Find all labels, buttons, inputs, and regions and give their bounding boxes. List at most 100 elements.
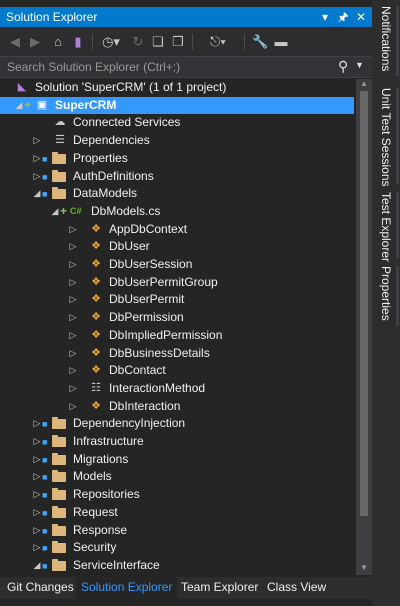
history-icon[interactable]: ◷▾ [100, 34, 122, 50]
tree-item[interactable]: ▷ ■ AuthDefinitions [0, 168, 354, 185]
tree-item[interactable]: ▷ ■ Infrastructure [0, 433, 354, 450]
collapsed-arrow-icon[interactable]: ▷ [68, 363, 78, 378]
show-all-files-icon[interactable]: ❐ [170, 34, 186, 50]
forward-icon[interactable]: ▶ [28, 34, 42, 50]
collapsed-arrow-icon[interactable]: ▷ [68, 381, 78, 396]
tree-item[interactable]: ▷ ■ Repositories [0, 486, 354, 503]
tree-item-label: AuthDefinitions [73, 169, 154, 183]
tree-item[interactable]: ▷ ■ Migrations [0, 451, 354, 468]
tree-item[interactable]: ▷ ❖ DbPermission [0, 309, 354, 326]
search-options-dropdown-icon[interactable]: ▼ [355, 60, 364, 70]
collapsed-arrow-icon[interactable]: ▷ [32, 416, 42, 431]
collapsed-arrow-icon[interactable]: ▷ [68, 222, 78, 237]
properties-icon[interactable]: 🔧 [252, 34, 268, 50]
scrollbar-thumb[interactable] [360, 91, 368, 516]
solution-tree: ◣ Solution 'SuperCRM' (1 of 1 project) ◢ + ▣… [0, 79, 356, 575]
tree-item[interactable]: ▷ ❖ DbUserPermitGroup [0, 274, 354, 291]
tree-item[interactable]: ▷ ■ Response [0, 522, 354, 539]
dropdown-icon[interactable]: ▾ [318, 9, 332, 25]
tree-item[interactable]: ▷ ■ DependencyInjection [0, 415, 354, 432]
collapsed-arrow-icon[interactable]: ▷ [68, 310, 78, 325]
tree-item[interactable]: ▷ ■ Models [0, 468, 354, 485]
tree-item[interactable]: ▷ ■ Properties [0, 150, 354, 167]
collapsed-arrow-icon[interactable]: ▷ [68, 328, 78, 343]
expanded-arrow-icon[interactable]: ◢ [50, 204, 60, 219]
home-icon[interactable]: ⌂ [50, 34, 66, 50]
class-icon: ❖ [91, 364, 101, 376]
preview-icon[interactable]: ▬ [272, 34, 290, 50]
side-tab-notifications[interactable]: Notifications [372, 6, 400, 76]
tab-class-view[interactable]: Class View [262, 577, 331, 599]
tree-item[interactable]: ▷ ❖ DbUserPermit [0, 291, 354, 308]
tab-solution-explorer[interactable]: Solution Explorer [76, 577, 178, 599]
vs-icon[interactable]: ▮ [70, 34, 86, 50]
solution-icon: ◣ [17, 81, 27, 93]
collapsed-arrow-icon[interactable]: ▷ [68, 292, 78, 307]
expanded-arrow-icon[interactable]: ◢ [14, 98, 24, 113]
expanded-arrow-icon[interactable]: ◢ [32, 558, 42, 573]
tab-team-explorer[interactable]: Team Explorer [176, 577, 263, 599]
tree-item[interactable]: ◢ + ▣ SuperCRM [0, 97, 354, 114]
tree-item[interactable]: ▷ ❖ DbImpliedPermission [0, 327, 354, 344]
refresh-icon[interactable]: ↻ [130, 34, 146, 50]
tree-item[interactable]: ◣ Solution 'SuperCRM' (1 of 1 project) [0, 79, 354, 96]
collapsed-arrow-icon[interactable]: ▷ [32, 540, 42, 555]
lock-icon: ■ [42, 472, 48, 482]
collapsed-arrow-icon[interactable]: ▷ [68, 346, 78, 361]
side-tab-indicator [396, 88, 399, 184]
collapsed-arrow-icon[interactable]: ▷ [32, 487, 42, 502]
tree-item[interactable]: ▷ ■ Security [0, 539, 354, 556]
pin-icon[interactable]: 🖈 [336, 9, 350, 25]
panel-title-bar: Solution Explorer ▾ 🖈 ✕ [0, 7, 372, 27]
side-tab-unit-test-sessions[interactable]: Unit Test Sessions [372, 88, 400, 187]
collapsed-arrow-icon[interactable]: ▷ [32, 151, 42, 166]
tree-item[interactable]: ▷ ❖ DbUser [0, 238, 354, 255]
scroll-down-icon[interactable]: ▼ [360, 563, 368, 572]
collapsed-arrow-icon[interactable]: ▷ [32, 434, 42, 449]
search-icon[interactable]: ⚲ [338, 58, 348, 75]
tree-item[interactable]: ◢ ■ DataModels [0, 185, 354, 202]
collapsed-arrow-icon[interactable]: ▷ [68, 239, 78, 254]
tree-item[interactable]: ▷ ■ Request [0, 504, 354, 521]
side-tab-indicator [396, 192, 399, 258]
properties-folder-icon [52, 152, 66, 164]
folder-icon [52, 541, 66, 553]
tree-item[interactable]: ▷ ❖ AppDbContext [0, 221, 354, 238]
tree-item[interactable]: ▷ ❖ DbBusinessDetails [0, 345, 354, 362]
close-icon[interactable]: ✕ [354, 9, 368, 25]
collapsed-arrow-icon[interactable]: ▷ [32, 133, 42, 148]
search-input[interactable]: Search Solution Explorer (Ctrl+;) ⚲ ▼ [0, 56, 372, 78]
collapsed-arrow-icon[interactable]: ▷ [32, 505, 42, 520]
scroll-up-icon[interactable]: ▲ [360, 79, 368, 88]
expanded-arrow-icon[interactable]: ◢ [32, 186, 42, 201]
tree-item-label: DbUserPermitGroup [109, 275, 218, 289]
collapsed-arrow-icon[interactable]: ▷ [32, 523, 42, 538]
class-icon: ❖ [91, 311, 101, 323]
collapsed-arrow-icon[interactable]: ▷ [68, 399, 78, 414]
tree-item[interactable]: ▷ ☷ InteractionMethod [0, 380, 354, 397]
vertical-scrollbar[interactable]: ▲ ▼ [356, 79, 372, 575]
collapsed-arrow-icon[interactable]: ▷ [32, 469, 42, 484]
tree-item[interactable]: ☁ Connected Services [0, 114, 354, 131]
added-plus-icon: + [24, 98, 32, 112]
sync-icon[interactable]: ⎋▾ [204, 34, 232, 50]
tree-item[interactable]: ▷ ❖ DbInteraction [0, 398, 354, 415]
side-tab-properties[interactable]: Properties [372, 266, 400, 326]
back-icon[interactable]: ◀ [8, 34, 22, 50]
tree-item-label: DbUserPermit [109, 292, 185, 306]
collapsed-arrow-icon[interactable]: ▷ [32, 169, 42, 184]
side-tab-strip: Notifications Unit Test Sessions Test Expl… [372, 0, 400, 606]
tree-item[interactable]: ▷ ☰ Dependencies [0, 132, 354, 149]
side-tab-test-explorer[interactable]: Test Explorer [372, 192, 400, 262]
tree-item[interactable]: ◢ ■ ServiceInterface [0, 557, 354, 574]
tree-item-label: DbInteraction [109, 399, 181, 413]
tree-item[interactable]: ◢ + C# DbModels.cs [0, 203, 354, 220]
tab-git-changes[interactable]: Git Changes [2, 577, 79, 599]
collapsed-arrow-icon[interactable]: ▷ [32, 452, 42, 467]
collapsed-arrow-icon[interactable]: ▷ [68, 275, 78, 290]
dependencies-icon: ☰ [55, 134, 65, 146]
tree-item[interactable]: ▷ ❖ DbContact [0, 362, 354, 379]
tree-item[interactable]: ▷ ❖ DbUserSession [0, 256, 354, 273]
collapsed-arrow-icon[interactable]: ▷ [68, 257, 78, 272]
collapse-all-icon[interactable]: ❏ [150, 34, 166, 50]
